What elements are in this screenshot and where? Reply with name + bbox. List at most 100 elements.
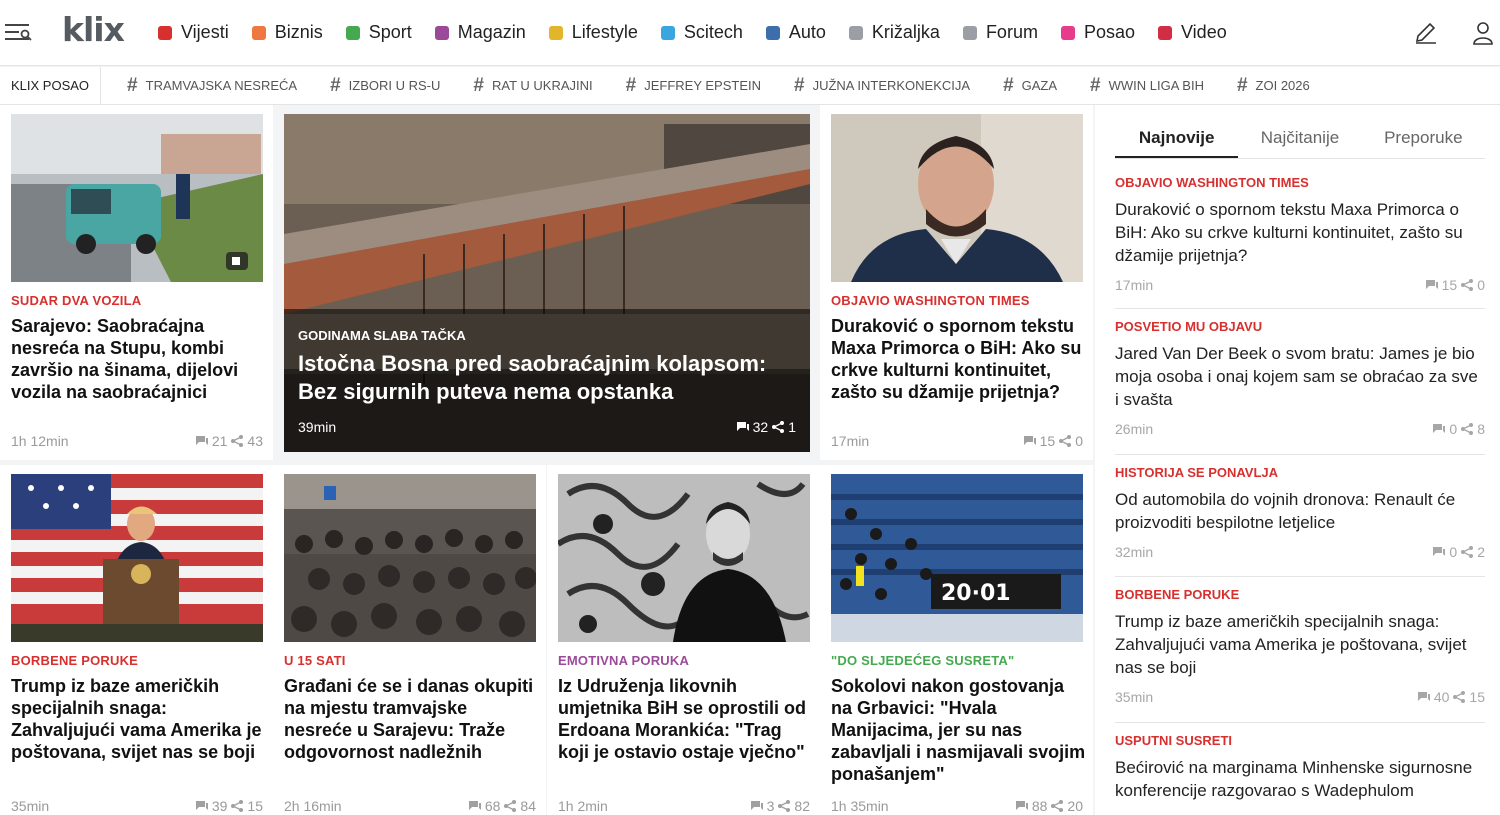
hero-title[interactable]: Istočna Bosna pred saobraćajnim kolapsom…: [298, 350, 798, 406]
tag-link[interactable]: # JUŽNA INTERKONEKCIJA: [794, 75, 970, 97]
sidebar-item[interactable]: OBJAVIO WASHINGTON TIMES Duraković o spo…: [1115, 175, 1485, 309]
sidebar-item-title[interactable]: Bećirović na marginama Minhenske sigurno…: [1115, 756, 1485, 802]
article-image[interactable]: [11, 114, 263, 282]
article-image[interactable]: [831, 114, 1083, 282]
comment-count: 15: [1039, 433, 1056, 449]
sidebar-item[interactable]: BORBENE PORUKE Trump iz baze američkih s…: [1115, 587, 1485, 723]
pencil-icon[interactable]: [1413, 20, 1439, 46]
nav-label: Križaljka: [871, 22, 940, 42]
sidebar-item-meta: 26min 0 8: [1115, 421, 1485, 437]
comment-count: 21: [211, 433, 228, 449]
tag-link[interactable]: # GAZA: [1003, 75, 1057, 97]
article-time: 35min: [11, 798, 50, 814]
article-title[interactable]: Građani će se i danas okupiti na mjestu …: [284, 675, 539, 763]
tag-link[interactable]: # ZOI 2026: [1237, 75, 1310, 97]
nav-label: Lifestyle: [571, 22, 638, 42]
tab-najnovije[interactable]: Najnovije: [1115, 119, 1239, 158]
article-card[interactable]: 20·01 "DO SLJEDEĆEG SUSRETA" Sokolovi na…: [820, 465, 1093, 815]
tab-najcitanije[interactable]: Najčitanije: [1238, 119, 1361, 158]
sidebar-item-stats: 0 8: [1433, 421, 1485, 437]
article-card[interactable]: U 15 SATI Građani će se i danas okupiti …: [273, 465, 546, 815]
comment-count: 40: [1433, 689, 1450, 705]
hash-icon: #: [794, 74, 805, 96]
nav-biznis[interactable]: Biznis: [251, 22, 323, 43]
hash-icon: #: [330, 74, 341, 96]
tag-link[interactable]: # JEFFREY EPSTEIN: [626, 75, 761, 97]
share-icon: [1461, 546, 1474, 558]
hero-stats: 32 1: [736, 419, 796, 435]
sidebar-item-title[interactable]: Duraković o spornom tekstu Maxa Primorca…: [1115, 198, 1485, 267]
sidebar-item-kicker: BORBENE PORUKE: [1115, 587, 1240, 602]
tag-label: IZBORI U RS-U: [348, 78, 441, 93]
sidebar-item[interactable]: HISTORIJA SE PONAVLJA Od automobila do v…: [1115, 465, 1485, 577]
hero-kicker: GODINAMA SLABA TAČKA: [298, 328, 466, 343]
article-stats: 68 84: [468, 798, 536, 814]
nav-color-dot: [548, 25, 563, 40]
tag-link[interactable]: # TRAMVAJSKA NESREĆA: [127, 75, 297, 97]
article-image[interactable]: 20·01: [831, 474, 1083, 642]
sidebar-item[interactable]: POSVETIO MU OBJAVU Jared Van Der Beek o …: [1115, 319, 1485, 455]
tag-label: JUŽNA INTERKONEKCIJA: [812, 78, 971, 93]
sidebar-item-title[interactable]: Trump iz baze američkih specijalnih snag…: [1115, 610, 1485, 679]
article-card[interactable]: EMOTIVNA PORUKA Iz Udruženja likovnih um…: [547, 465, 820, 815]
article-card[interactable]: OBJAVIO WASHINGTON TIMES Duraković o spo…: [820, 105, 1093, 460]
article-time: 1h 35min: [831, 798, 889, 814]
tab-preporuke[interactable]: Preporuke: [1362, 119, 1485, 158]
nav-label: Biznis: [274, 22, 323, 42]
sidebar-item-time: 17min: [1115, 277, 1154, 293]
nav-scitech[interactable]: Scitech: [660, 22, 743, 43]
article-title[interactable]: Sokolovi nakon gostovanja na Grbavici: "…: [831, 675, 1086, 785]
nav-posao[interactable]: Posao: [1060, 22, 1135, 43]
sidebar-item-title[interactable]: Od automobila do vojnih dronova: Renault…: [1115, 488, 1485, 534]
sidebar-item[interactable]: USPUTNI SUSRETI Bećirović na marginama M…: [1115, 733, 1485, 815]
tag-label: ZOI 2026: [1255, 78, 1310, 93]
share-icon: [1059, 435, 1072, 447]
sidebar-item-meta: 32min 0 2: [1115, 544, 1485, 560]
nav-lifestyle[interactable]: Lifestyle: [548, 22, 638, 43]
trending-tags-bar: KLIX POSAO # TRAMVAJSKA NESREĆA # IZBORI U…: [0, 66, 1500, 105]
nav-label: Posao: [1083, 22, 1135, 42]
hash-icon: #: [1090, 74, 1101, 96]
article-kicker: OBJAVIO WASHINGTON TIMES: [831, 293, 1030, 308]
nav-sport[interactable]: Sport: [345, 22, 412, 43]
nav-auto[interactable]: Auto: [765, 22, 826, 43]
article-card[interactable]: SUDAR DVA VOZILA Sarajevo: Saobraćajna n…: [0, 105, 273, 460]
nav-forum[interactable]: Forum: [962, 22, 1038, 43]
article-image[interactable]: [11, 474, 263, 642]
article-title[interactable]: Iz Udruženja likovnih umjetnika BiH se o…: [558, 675, 813, 763]
article-card[interactable]: BORBENE PORUKE Trump iz baze američkih s…: [0, 465, 273, 815]
tag-link[interactable]: # IZBORI U RS-U: [330, 75, 440, 97]
share-count: 8: [1477, 421, 1485, 437]
menu-icon[interactable]: [5, 22, 33, 44]
hero-article[interactable]: GODINAMA SLABA TAČKA Istočna Bosna pred …: [284, 114, 810, 452]
hash-icon: #: [625, 74, 637, 96]
nav-label: Video: [1181, 22, 1227, 42]
tag-klix-posao[interactable]: KLIX POSAO: [0, 66, 102, 105]
sidebar-item-kicker: USPUTNI SUSRETI: [1115, 733, 1233, 748]
share-count: 0: [1075, 433, 1083, 449]
sidebar-item-time: 32min: [1115, 544, 1154, 560]
share-count: 43: [247, 433, 263, 449]
sidebar-item-title[interactable]: Jared Van Der Beek o svom bratu: James j…: [1115, 342, 1485, 411]
article-title[interactable]: Trump iz baze američkih specijalnih snag…: [11, 675, 266, 763]
nav-color-dot: [962, 25, 977, 40]
nav-krizaljka[interactable]: Križaljka: [848, 22, 940, 43]
nav-vijesti[interactable]: Vijesti: [158, 22, 229, 43]
user-icon[interactable]: [1470, 20, 1496, 46]
site-logo[interactable]: klix: [62, 10, 125, 49]
article-image[interactable]: [284, 474, 536, 642]
tag-link[interactable]: # WWIN LIGA BIH: [1090, 75, 1204, 97]
comment-icon: [736, 422, 749, 431]
article-image[interactable]: [558, 474, 810, 642]
article-title[interactable]: Duraković o spornom tekstu Maxa Primorca…: [831, 315, 1086, 403]
share-count: 84: [520, 798, 536, 814]
tag-link[interactable]: # RAT U UKRAJINI: [473, 75, 592, 97]
nav-color-dot: [1060, 25, 1075, 40]
article-title[interactable]: Sarajevo: Saobraćajna nesreća na Stupu, …: [11, 315, 266, 403]
nav-video[interactable]: Video: [1158, 22, 1227, 43]
share-count: 82: [794, 798, 810, 814]
nav-color-dot: [345, 25, 360, 40]
nav-magazin[interactable]: Magazin: [434, 22, 526, 43]
article-time: 2h 16min: [284, 798, 342, 814]
comment-icon: [1023, 436, 1036, 445]
